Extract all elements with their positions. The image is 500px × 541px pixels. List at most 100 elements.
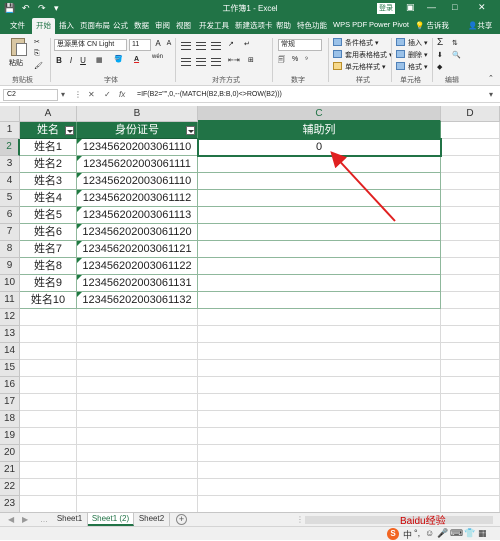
table-cell[interactable]: 123456202003061120 [77,224,198,241]
worksheet-grid[interactable]: A B C D 1 2 3 4 5 6 7 8 9 10 11 12 13 14 15 16 17 18 19 20 21 22 2… [0,106,500,530]
middle-align-icon[interactable] [196,42,206,50]
empty-cell[interactable] [441,292,500,309]
emoji-icon[interactable]: ☺ [425,528,434,538]
row-header-4[interactable]: 4 [0,173,20,190]
tab-data[interactable]: 数据 [134,20,149,31]
empty-cell[interactable] [20,445,77,462]
table-cell[interactable]: 姓名8 [20,258,77,275]
italic-button[interactable]: I [66,56,76,65]
empty-cell[interactable] [77,309,198,326]
fill-color-icon[interactable]: 🪣 [114,55,123,63]
row-header-14[interactable]: 14 [0,343,20,360]
empty-cell[interactable] [20,326,77,343]
shrink-font-button[interactable]: A [164,40,174,47]
table-cell[interactable]: 姓名2 [20,156,77,173]
table-cell[interactable]: 姓名3 [20,173,77,190]
empty-cell[interactable] [441,343,500,360]
row-header-11[interactable]: 11 [0,292,20,309]
horizontal-scrollbar[interactable] [305,516,493,524]
comma-style-icon[interactable]: ⁹ [305,56,308,63]
percent-button[interactable]: % [292,56,298,63]
tab-page-layout[interactable]: 页面布局 [80,20,110,31]
empty-cell[interactable] [441,496,500,513]
table-cell[interactable]: 123456202003061112 [77,190,198,207]
empty-cell[interactable] [20,428,77,445]
empty-cell[interactable] [441,156,500,173]
row-header-20[interactable]: 20 [0,445,20,462]
table-header-cell[interactable]: 姓名 [20,122,77,139]
underline-button[interactable]: U [78,56,88,65]
empty-cell[interactable] [77,462,198,479]
cancel-icon[interactable]: ✕ [88,90,95,99]
formula-input[interactable]: =IF(B2="",0,--(MATCH(B2,B:B,0)<>ROW(B2))… [137,91,282,98]
empty-cell[interactable] [441,190,500,207]
table-cell[interactable]: 姓名4 [20,190,77,207]
empty-cell[interactable] [198,326,441,343]
empty-cell[interactable] [198,411,441,428]
align-center-icon[interactable] [196,58,206,66]
tab-help[interactable]: 帮助 [276,20,291,31]
paste-button[interactable]: 粘贴 [9,58,23,68]
selected-cell-c2[interactable]: 0 [197,138,442,157]
column-header-d[interactable]: D [441,106,500,122]
table-cell[interactable] [198,241,441,258]
empty-cell[interactable] [441,462,500,479]
ime-mode-label[interactable]: 中 [403,528,412,541]
table-cell[interactable]: 123456202003061132 [77,292,198,309]
format-cells-button[interactable]: 格式 ▾ [408,62,427,72]
toolbox-icon[interactable]: ▦ [478,528,487,539]
row-header-2[interactable]: 2 [0,139,20,156]
table-cell[interactable]: 姓名6 [20,224,77,241]
name-box[interactable]: C2 [3,89,58,101]
border-icon[interactable]: ▦ [96,56,103,64]
empty-cell[interactable] [20,394,77,411]
grow-font-button[interactable]: A [153,39,163,48]
empty-cell[interactable] [20,479,77,496]
table-cell[interactable]: 123456202003061122 [77,258,198,275]
empty-cell[interactable] [441,394,500,411]
row-header-19[interactable]: 19 [0,428,20,445]
empty-cell[interactable] [441,326,500,343]
table-cell[interactable]: 123456202003061131 [77,275,198,292]
table-cell[interactable]: 姓名1 [20,139,77,156]
column-header-c[interactable]: C [198,106,441,122]
empty-cell[interactable] [77,445,198,462]
add-sheet-button[interactable]: + [176,514,187,525]
sogou-ime-icon[interactable]: S [387,528,399,540]
phonetic-guide-button[interactable]: wén [152,54,163,60]
row-header-15[interactable]: 15 [0,360,20,377]
table-cell[interactable] [198,292,441,309]
font-color-button[interactable]: A [134,56,139,63]
empty-cell[interactable] [441,428,500,445]
cell-styles-button[interactable]: 单元格样式 ▾ [345,62,385,72]
tab-view[interactable]: 视图 [176,20,191,31]
table-cell[interactable] [198,207,441,224]
clear-icon[interactable]: ◆ [437,63,442,71]
punctuation-icon[interactable]: °, [414,528,420,538]
format-painter-icon[interactable]: 🖌 [34,62,43,70]
empty-cell[interactable] [77,411,198,428]
table-cell[interactable]: 姓名7 [20,241,77,258]
empty-cell[interactable] [441,445,500,462]
table-cell[interactable] [198,275,441,292]
empty-cell[interactable] [20,496,77,513]
empty-cell[interactable] [20,360,77,377]
table-cell[interactable]: 姓名10 [20,292,77,309]
sort-filter-icon[interactable]: ⇅ [452,39,458,47]
empty-cell[interactable] [77,394,198,411]
tab-split-handle[interactable]: ⋮ [296,515,304,524]
empty-cell[interactable] [77,377,198,394]
tell-me-search[interactable]: 💡 告诉我 [415,20,449,31]
empty-cell[interactable] [441,241,500,258]
empty-cell[interactable] [198,445,441,462]
autosum-button[interactable]: Σ [437,37,443,48]
microphone-icon[interactable]: 🎤 [437,528,448,539]
tab-insert[interactable]: 插入 [59,20,74,31]
delete-cells-button[interactable]: 删除 ▾ [408,50,427,60]
prev-sheet-icon[interactable]: ◀ [8,515,14,524]
row-header-1[interactable]: 1 [0,122,20,139]
empty-cell[interactable] [441,139,500,156]
tab-power-pivot[interactable]: Power Pivot [369,20,409,29]
empty-cell[interactable] [441,309,500,326]
table-cell[interactable]: 姓名5 [20,207,77,224]
